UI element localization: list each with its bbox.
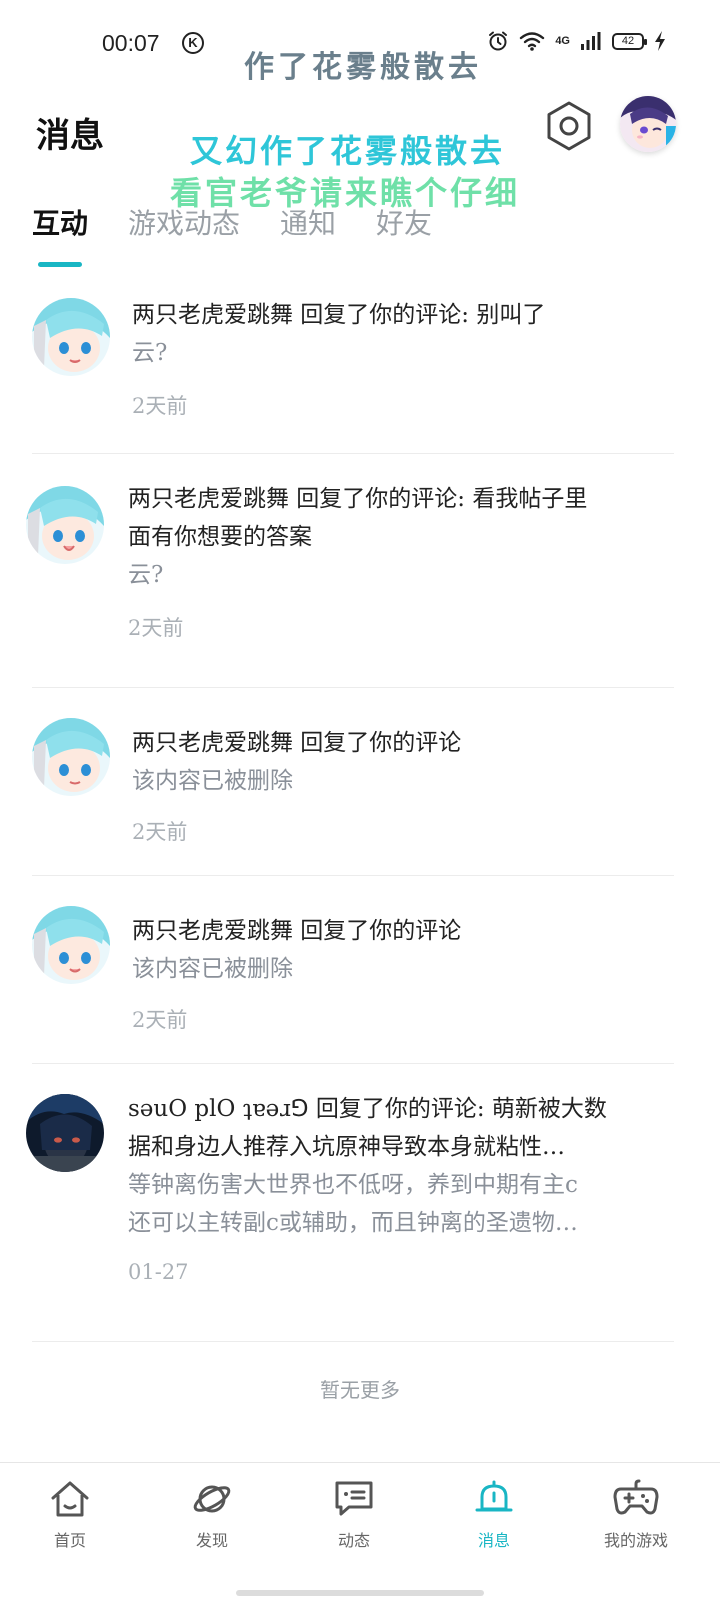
message-text: 两只老虎爱跳舞 回复了你的评论	[132, 730, 462, 756]
nav-label: 动态	[337, 1531, 370, 1550]
status-bar: 00:07 K 作了花雾般散去 4G 42	[0, 0, 720, 90]
tab-friends[interactable]: 好友	[376, 202, 432, 242]
page-title: 消息	[36, 116, 104, 156]
message-time: 2天前	[128, 616, 184, 640]
wifi-icon	[520, 32, 545, 51]
nav-label: 消息	[477, 1531, 510, 1550]
message-quote-cont: 还可以主转副c或辅助，而且钟离的圣遗物…	[128, 1210, 578, 1236]
sender-avatar[interactable]	[32, 906, 110, 984]
battery-icon: 42	[612, 32, 647, 50]
tab-bar: 互动 游戏动态 通知 好友	[32, 202, 472, 242]
nav-messages[interactable]: 消息	[424, 1479, 564, 1551]
message-time: 2天前	[132, 820, 188, 844]
nav-feed[interactable]: 动态	[284, 1479, 424, 1551]
message-item[interactable]: 两只老虎爱跳舞 回复了你的评论: 别叫了 云? 2天前	[32, 280, 674, 454]
anime-avatar-image	[32, 906, 110, 984]
chat-icon	[335, 1481, 373, 1516]
message-quote: 云?	[132, 340, 168, 366]
settings-icon	[547, 101, 591, 151]
tab-notifications[interactable]: 通知	[280, 202, 336, 242]
message-text: 两只老虎爱跳舞 回复了你的评论: 看我帖子里	[128, 486, 588, 512]
message-item[interactable]: 两只老虎爱跳舞 回复了你的评论: 看我帖子里 面有你想要的答案 云? 2天前	[26, 454, 674, 688]
charging-icon	[655, 31, 665, 51]
alarm-icon	[489, 31, 508, 51]
message-quote: 该内容已被删除	[132, 768, 293, 794]
status-time: 00:07	[102, 30, 160, 56]
status-banner-text: 作了花雾般散去	[244, 50, 482, 85]
sender-avatar[interactable]	[32, 718, 110, 796]
message-time: 2天前	[132, 394, 188, 418]
message-text: səuO plO ʇɐəɹ⅁ 回复了你的评论: 萌新被大数	[128, 1096, 607, 1122]
sender-avatar[interactable]	[32, 298, 110, 376]
tab-game-updates[interactable]: 游戏动态	[128, 202, 240, 242]
anime-avatar-image	[32, 298, 110, 376]
dark-character-avatar-image	[26, 1094, 104, 1172]
nav-label: 发现	[195, 1531, 228, 1550]
message-quote: 云?	[128, 562, 164, 588]
nav-home[interactable]: 首页	[0, 1479, 140, 1551]
anime-avatar-image	[26, 486, 104, 564]
sender-avatar[interactable]	[26, 486, 104, 564]
status-indicators: 4G 42	[487, 30, 666, 52]
anime-avatar-image	[32, 718, 110, 796]
tab-interaction[interactable]: 互动	[32, 202, 88, 242]
bottom-navigation: 首页 发现 动态 消息 我的游戏	[0, 1462, 720, 1600]
planet-icon	[193, 1485, 231, 1513]
message-text: 两只老虎爱跳舞 回复了你的评论: 别叫了	[132, 302, 546, 328]
message-item[interactable]: 两只老虎爱跳舞 回复了你的评论 该内容已被删除 2天前	[32, 688, 674, 876]
bell-icon	[475, 1480, 513, 1512]
signal-icon	[581, 32, 601, 50]
active-tab-indicator	[38, 262, 82, 267]
message-quote: 等钟离伤害大世界也不低呀，养到中期有主c	[128, 1172, 578, 1198]
message-list: 两只老虎爱跳舞 回复了你的评论: 别叫了 云? 2天前 两只老虎爱跳舞 回复了你…	[0, 280, 720, 1342]
gamepad-icon	[613, 1479, 659, 1515]
nav-label: 首页	[53, 1531, 86, 1550]
home-indicator-bar[interactable]	[236, 1590, 484, 1596]
no-more-indicator: 暂无更多	[320, 1378, 400, 1402]
nav-label: 我的游戏	[603, 1531, 668, 1550]
message-item[interactable]: səuO plO ʇɐəɹ⅁ 回复了你的评论: 萌新被大数 据和身边人推荐入坑原…	[26, 1064, 674, 1342]
message-item[interactable]: 两只老虎爱跳舞 回复了你的评论 该内容已被删除 2天前	[32, 876, 674, 1064]
settings-button[interactable]	[544, 100, 594, 152]
overlay-caption-1: 又幻作了花雾般散去	[190, 132, 506, 170]
message-text-cont: 据和身边人推荐入坑原神导致本身就粘性…	[128, 1134, 565, 1160]
user-avatar[interactable]	[620, 96, 676, 152]
message-quote: 该内容已被删除	[132, 956, 293, 982]
nav-my-games[interactable]: 我的游戏	[566, 1479, 706, 1551]
home-icon	[51, 1481, 89, 1517]
message-time: 2天前	[132, 1008, 188, 1032]
k-badge-icon: K	[182, 32, 204, 54]
message-text-cont: 面有你想要的答案	[128, 524, 312, 550]
nav-discover[interactable]: 发现	[142, 1479, 282, 1551]
avatar-image	[620, 96, 676, 152]
message-text: 两只老虎爱跳舞 回复了你的评论	[132, 918, 462, 944]
sender-avatar[interactable]	[26, 1094, 104, 1172]
network-type: 4G	[555, 35, 570, 47]
message-time: 01-27	[128, 1260, 189, 1284]
